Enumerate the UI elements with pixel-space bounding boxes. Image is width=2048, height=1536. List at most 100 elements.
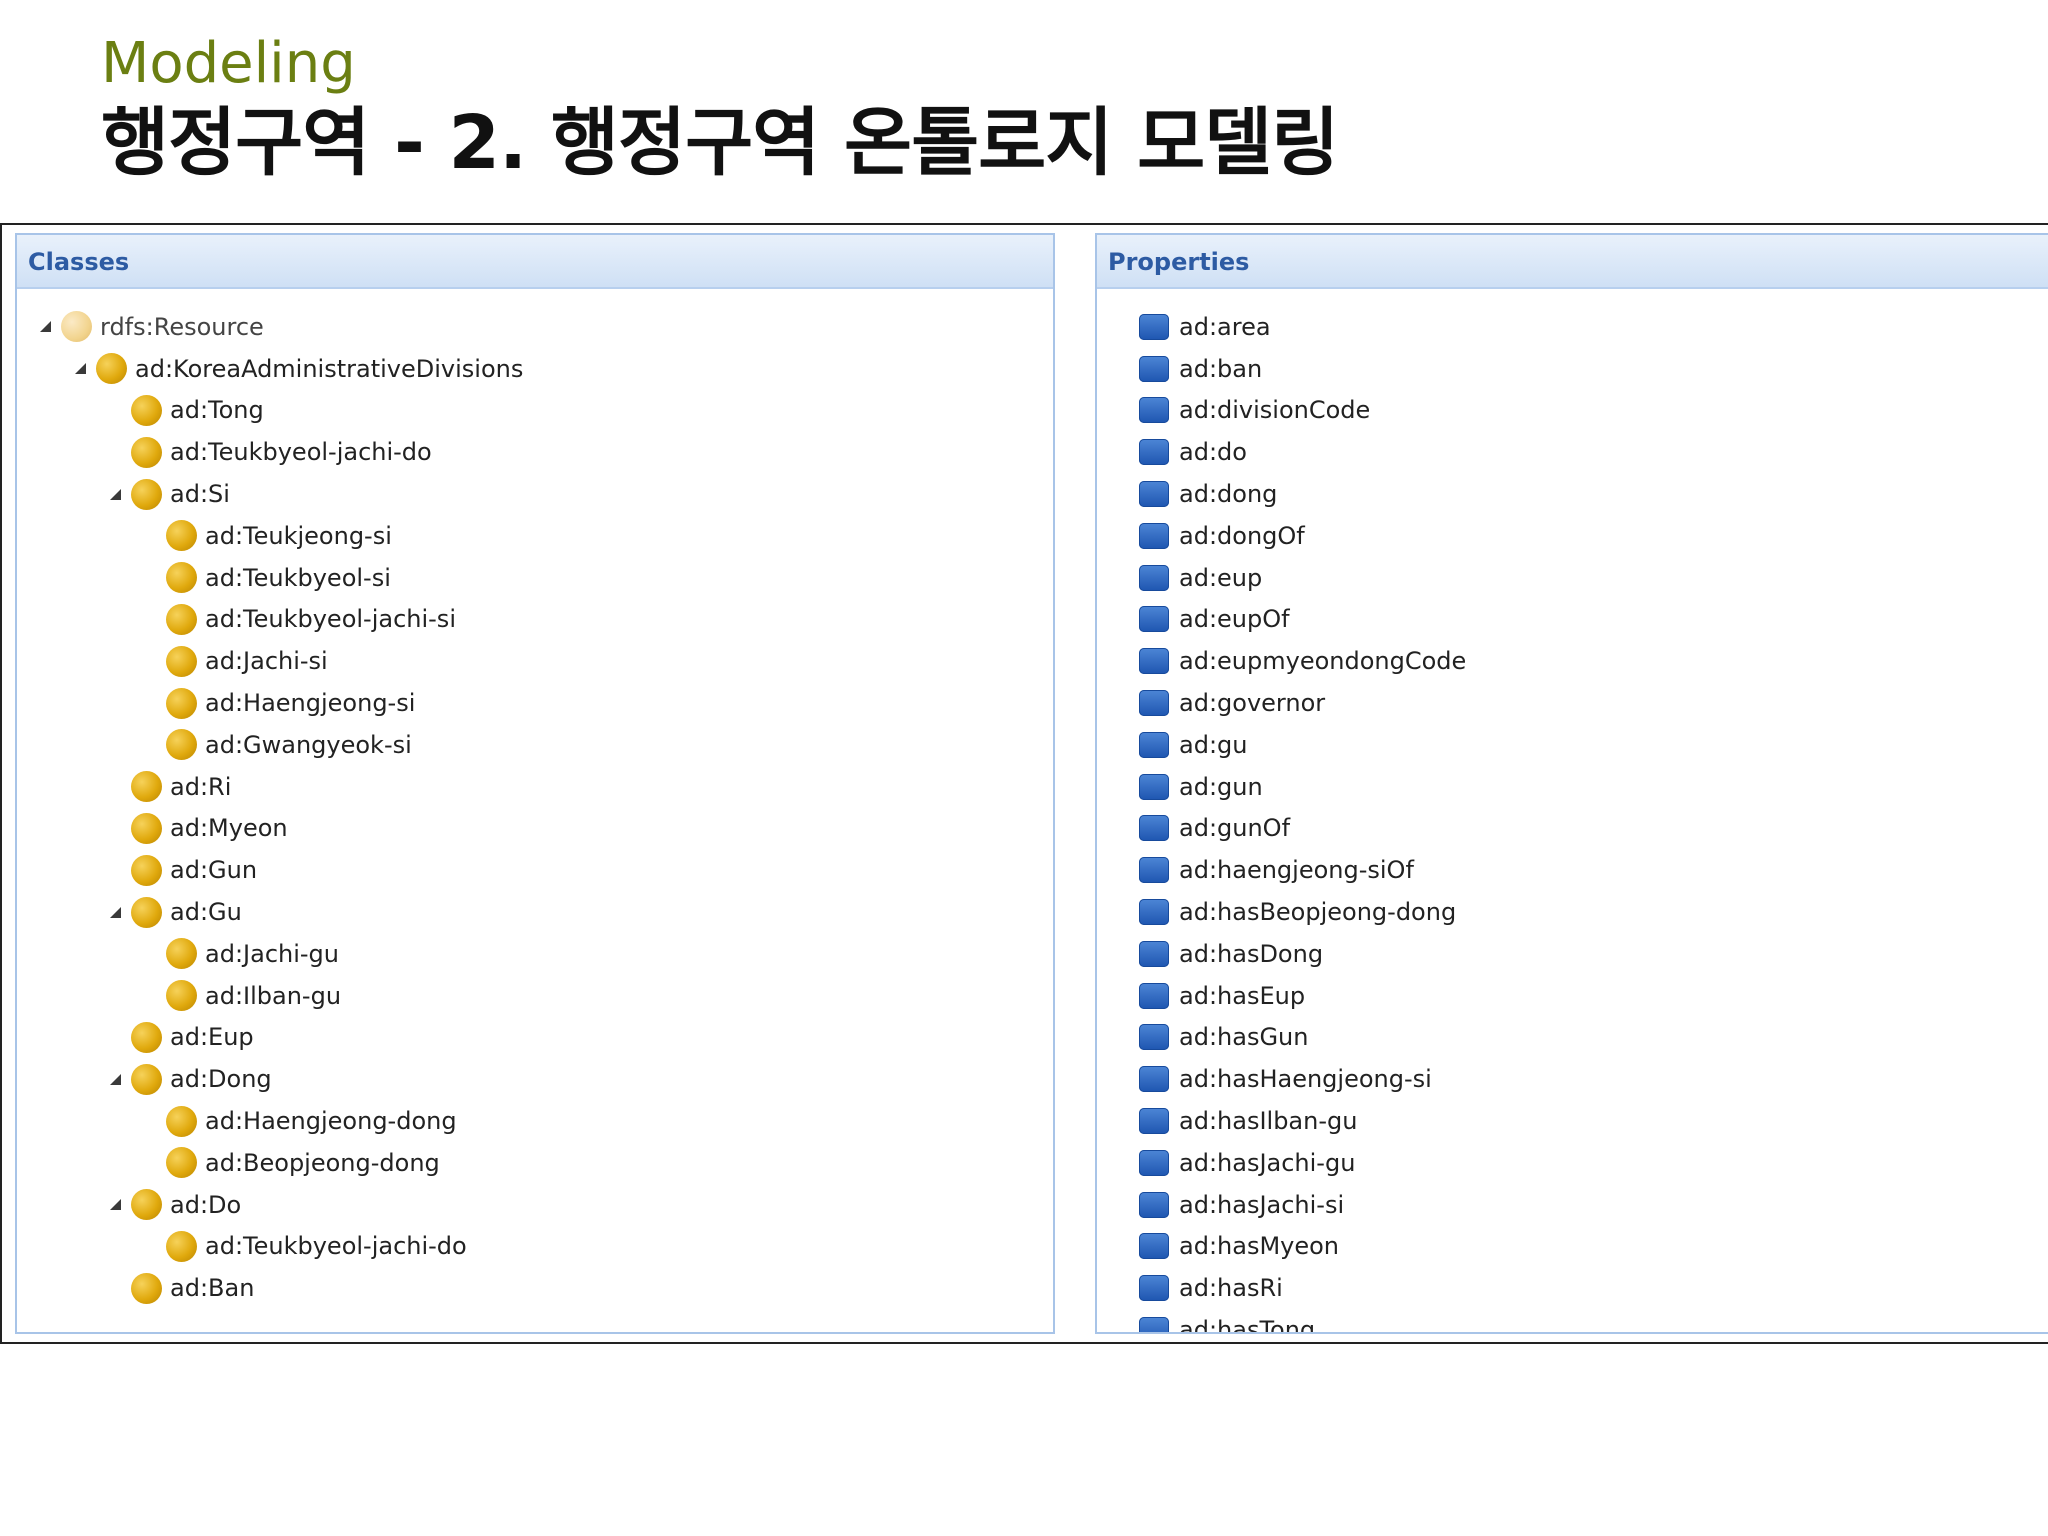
property-list-item[interactable]: ad:eupmyeondongCode [1097,640,2048,682]
property-list-item[interactable]: ad:dongOf [1097,515,2048,557]
class-tree-item-label: ad:Si [170,480,230,509]
class-tree-item[interactable]: ad:Gun [17,849,1053,891]
class-tree-item[interactable]: ad:Haengjeong-si [17,682,1053,724]
class-tree-item[interactable]: ad:Ri [17,766,1053,808]
class-icon [131,854,162,886]
property-icon [1139,1275,1169,1302]
property-list-item[interactable]: ad:hasGun [1097,1017,2048,1059]
property-list-item[interactable]: ad:hasRi [1097,1267,2048,1309]
expand-triangle-icon[interactable] [107,904,123,920]
property-icon [1139,355,1169,382]
property-list-item-label: ad:eup [1179,563,1263,592]
expand-triangle-icon[interactable] [72,361,88,377]
property-list-item[interactable]: ad:dong [1097,473,2048,515]
property-list-item[interactable]: ad:governor [1097,682,2048,724]
property-list-item-label: ad:governor [1179,689,1326,718]
class-tree-item[interactable]: ad:Si [17,473,1053,515]
class-tree-item[interactable]: ad:Tong [17,390,1053,432]
class-tree-item-label: ad:Myeon [170,814,288,843]
property-list-item[interactable]: ad:gu [1097,724,2048,766]
class-icon [166,938,197,970]
property-list-item-label: ad:divisionCode [1179,396,1371,425]
class-tree-item[interactable]: ad:Ilban-gu [17,975,1053,1017]
slide-title: 행정구역 - 2. 행정구역 온톨로지 모델링 [101,100,1339,186]
property-icon [1139,1066,1169,1093]
ontology-screenshot: Classes rdfs:Resource ad:KoreaAdministrat… [0,223,2048,1344]
class-tree-item[interactable]: ad:Teukbyeol-jachi-si [17,599,1053,641]
property-list-item[interactable]: ad:do [1097,431,2048,473]
property-icon [1139,940,1169,967]
property-list-item[interactable]: ad:hasIlban-gu [1097,1100,2048,1142]
property-icon [1139,481,1169,508]
class-icon [131,394,162,426]
property-list-item[interactable]: ad:haengjeong-siOf [1097,849,2048,891]
property-list-item-label: ad:hasDong [1179,939,1324,968]
class-tree-item-label: ad:Haengjeong-si [205,689,416,718]
property-list-item[interactable]: ad:ban [1097,348,2048,390]
property-list-item[interactable]: ad:hasBeopjeong-dong [1097,891,2048,933]
class-icon [131,1063,162,1095]
property-list-item-label: ad:dongOf [1179,521,1305,550]
property-list-item[interactable]: ad:gunOf [1097,808,2048,850]
class-tree-item[interactable]: ad:Eup [17,1017,1053,1059]
class-tree: rdfs:Resource ad:KoreaAdministrativeDivis… [17,306,1053,1309]
class-tree-item-label: ad:KoreaAdministrativeDivisions [135,354,524,383]
class-tree-item[interactable]: ad:Teukjeong-si [17,515,1053,557]
class-tree-item[interactable]: ad:Teukbyeol-jachi-do [17,431,1053,473]
class-tree-item[interactable]: ad:Gwangyeok-si [17,724,1053,766]
property-list-item-label: ad:gun [1179,772,1263,801]
property-list: ad:area ad:ban ad:divisionCode ad:do ad:dong… [1097,306,2048,1332]
property-icon [1139,1233,1169,1260]
class-icon [166,562,197,594]
class-tree-item[interactable]: rdfs:Resource [17,306,1053,348]
property-list-item-label: ad:area [1179,312,1271,341]
class-tree-item[interactable]: ad:Dong [17,1058,1053,1100]
expand-triangle-icon[interactable] [107,486,123,502]
property-list-item[interactable]: ad:hasJachi-si [1097,1184,2048,1226]
class-tree-item-label: ad:Teukjeong-si [205,521,392,550]
class-icon [166,980,197,1012]
property-list-item[interactable]: ad:eupOf [1097,599,2048,641]
property-list-item-label: ad:ban [1179,354,1263,383]
property-list-item-label: ad:gunOf [1179,814,1291,843]
property-list-item[interactable]: ad:hasEup [1097,975,2048,1017]
property-list-item-label: ad:dong [1179,480,1278,509]
property-list-item[interactable]: ad:eup [1097,557,2048,599]
class-tree-item-label: ad:Haengjeong-dong [205,1107,457,1136]
class-icon [131,812,162,844]
property-list-item[interactable]: ad:hasDong [1097,933,2048,975]
class-icon [166,1230,197,1262]
class-icon [166,1147,197,1179]
expand-triangle-icon[interactable] [107,1197,123,1213]
class-tree-item-label: ad:Gu [170,898,242,927]
property-icon [1139,439,1169,466]
property-list-item-label: ad:hasHaengjeong-si [1179,1065,1432,1094]
property-icon [1139,1108,1169,1135]
property-list-item[interactable]: ad:gun [1097,766,2048,808]
properties-panel: Properties ad:area ad:ban ad:divisionCode a… [1095,233,2048,1334]
class-tree-item[interactable]: ad:Jachi-gu [17,933,1053,975]
property-list-item[interactable]: ad:hasTong [1097,1309,2048,1332]
property-list-item[interactable]: ad:area [1097,306,2048,348]
class-icon [166,729,197,761]
class-tree-item[interactable]: ad:Do [17,1184,1053,1226]
class-tree-item[interactable]: ad:Teukbyeol-si [17,557,1053,599]
class-tree-item[interactable]: ad:KoreaAdministrativeDivisions [17,348,1053,390]
property-list-item[interactable]: ad:divisionCode [1097,390,2048,432]
property-icon [1139,397,1169,424]
class-tree-item[interactable]: ad:Teukbyeol-jachi-do [17,1226,1053,1268]
class-tree-item[interactable]: ad:Haengjeong-dong [17,1100,1053,1142]
property-list-item[interactable]: ad:hasJachi-gu [1097,1142,2048,1184]
expand-triangle-icon[interactable] [37,319,53,335]
expand-triangle-icon[interactable] [107,1071,123,1087]
class-tree-item[interactable]: ad:Ban [17,1267,1053,1309]
class-tree-item[interactable]: ad:Gu [17,891,1053,933]
class-tree-item-label: ad:Teukbyeol-jachi-do [205,1232,467,1261]
property-list-item[interactable]: ad:hasHaengjeong-si [1097,1058,2048,1100]
class-tree-item[interactable]: ad:Myeon [17,808,1053,850]
class-tree-item[interactable]: ad:Jachi-si [17,640,1053,682]
class-tree-item[interactable]: ad:Beopjeong-dong [17,1142,1053,1184]
class-tree-item-label: ad:Ilban-gu [205,981,342,1010]
property-list-item[interactable]: ad:hasMyeon [1097,1226,2048,1268]
property-icon [1139,1317,1169,1332]
